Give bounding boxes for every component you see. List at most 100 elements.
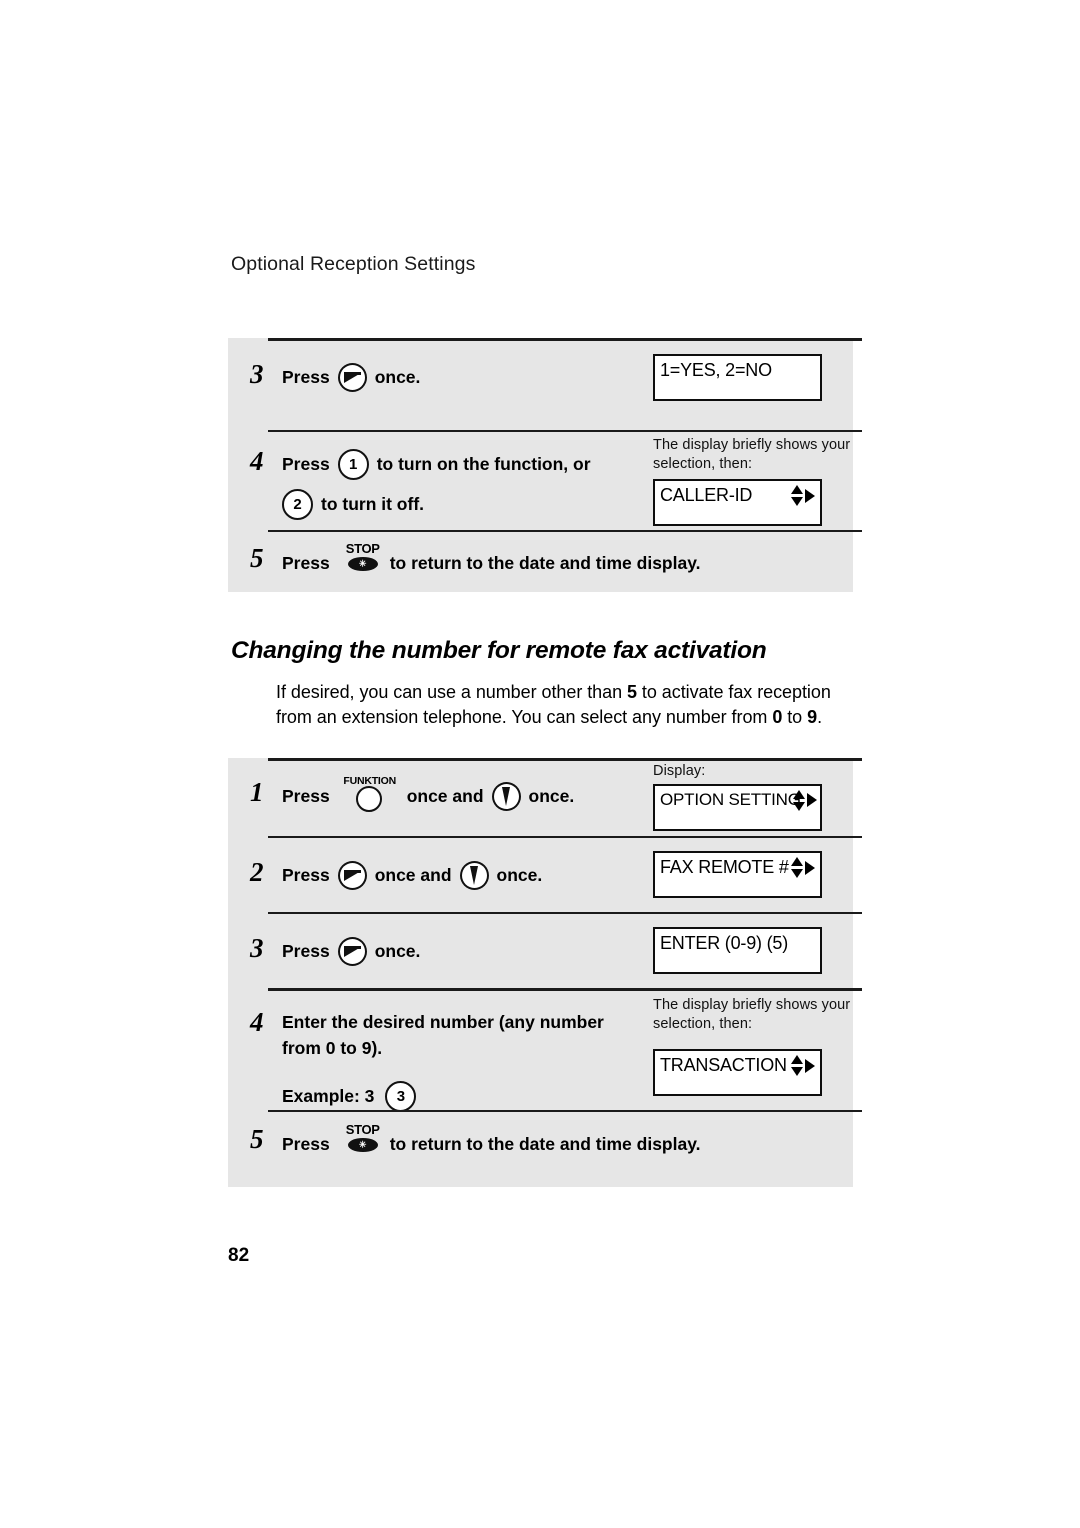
display-column: The display briefly shows your selection…	[653, 436, 853, 527]
paragraph-bold-5: 5	[627, 682, 637, 702]
display-column: FAX REMOTE #	[653, 851, 853, 898]
step-number: 1	[250, 777, 264, 807]
step-instruction-line2: from 0 to 9).	[282, 1038, 383, 1059]
step-row: 2 Press once and once. FAX REMOTE #	[228, 836, 862, 912]
display-column: Display: OPTION SETTING	[653, 762, 853, 831]
step-number: 3	[250, 359, 264, 389]
step-text: Press STOP to return to the date and tim…	[282, 542, 701, 576]
display-note: The display briefly shows your selection…	[653, 997, 851, 1032]
manual-page: Optional Reception Settings 3 Press once…	[0, 0, 1080, 1528]
step-example-label: Example: 3	[282, 1085, 375, 1106]
step-instruction-post: once.	[374, 366, 421, 387]
up-down-arrow-icon	[791, 857, 804, 878]
step-instruction-line1: Enter the desired number (any number	[282, 1012, 604, 1033]
numeric-key-3[interactable]: 3	[385, 1081, 417, 1112]
lcd-display: FAX REMOTE #	[653, 851, 822, 898]
stop-key-icon[interactable]: STOP	[341, 542, 385, 576]
step-number: 4	[250, 1007, 264, 1037]
step-instruction-mid: once and	[406, 786, 484, 807]
step-divider	[268, 430, 862, 432]
step-instruction-post: to return to the date and time display.	[389, 553, 701, 574]
display-column: 1=YES, 2=NO	[653, 354, 853, 401]
lcd-arrow-indicators	[791, 485, 815, 507]
lcd-display: 1=YES, 2=NO	[653, 354, 822, 401]
section-paragraph: If desired, you can use a number other t…	[276, 680, 856, 730]
step-instruction-post: to return to the date and time display.	[389, 1134, 701, 1155]
right-arrow-icon	[805, 488, 815, 503]
step-instruction-pre: Press	[282, 453, 330, 474]
lcd-text: 1=YES, 2=NO	[660, 360, 772, 380]
start-key-icon[interactable]	[337, 861, 367, 890]
step-text: Press 1 to turn on the function, or 2 to…	[282, 449, 591, 520]
step-divider	[268, 338, 862, 341]
step-instruction-pre: Press	[282, 366, 330, 387]
step-row: 3 Press once. ENTER (0-9) (5)	[228, 912, 862, 988]
step-divider	[268, 530, 862, 532]
lcd-display: ENTER (0-9) (5)	[653, 927, 822, 974]
step-instruction-pre: Press	[282, 786, 330, 807]
numeric-key-1[interactable]: 1	[337, 449, 369, 480]
paragraph-bold-9: 9	[807, 707, 818, 727]
step-text: Press once.	[282, 937, 420, 966]
lcd-arrow-indicators	[793, 789, 817, 811]
display-column: ENTER (0-9) (5)	[653, 927, 853, 974]
running-header: Optional Reception Settings	[231, 253, 476, 275]
step-instruction-post: once.	[496, 864, 543, 885]
display-note: The display briefly shows your selection…	[653, 437, 851, 472]
step-instruction-line1-wrap: Enter the desired number (any number	[282, 1010, 604, 1036]
step-number: 4	[250, 446, 264, 476]
stop-key-icon[interactable]: STOP	[341, 1123, 385, 1157]
step-row: 5 Press STOP to return to the date and t…	[228, 1110, 862, 1187]
display-column: The display briefly shows your selection…	[653, 996, 853, 1097]
paragraph-bold-0: 0	[772, 707, 783, 727]
step-instruction-mid: once and	[374, 864, 452, 885]
start-key-icon[interactable]	[337, 937, 367, 966]
numeric-key-2[interactable]: 2	[282, 489, 313, 520]
page-number: 82	[228, 1245, 250, 1266]
instruction-block-remote-fax: 1 Press FUNKTION once and once. Display:…	[228, 758, 862, 1187]
down-key-icon[interactable]	[491, 781, 521, 811]
right-arrow-icon	[805, 860, 815, 875]
step-row: 3 Press once. 1=YES, 2=NO	[228, 338, 862, 430]
right-arrow-icon	[805, 1058, 815, 1073]
step-row: 1 Press FUNKTION once and once. Display:…	[228, 758, 862, 836]
section-heading: Changing the number for remote fax activ…	[231, 637, 767, 664]
step-instruction-pre: Press	[282, 1134, 330, 1155]
step-instruction-line2: to turn it off.	[321, 493, 425, 514]
lcd-arrow-indicators	[791, 1055, 815, 1077]
paragraph-part-1: If desired, you can use a number other t…	[276, 682, 628, 702]
lcd-display: TRANSACTION	[653, 1049, 822, 1097]
start-key-icon[interactable]	[337, 363, 367, 392]
step-instruction-line2-wrap: from 0 to 9).	[282, 1036, 604, 1062]
step-text: Enter the desired number (any number fro…	[282, 1010, 604, 1112]
right-arrow-icon	[807, 793, 817, 808]
display-note: Display:	[653, 763, 706, 779]
step-text: Press FUNKTION once and once.	[282, 775, 575, 812]
lcd-text: OPTION SETTING	[660, 789, 801, 809]
step-instruction-post: once.	[528, 786, 575, 807]
step-divider	[268, 912, 862, 914]
step-number: 2	[250, 857, 264, 887]
step-divider	[268, 988, 862, 991]
instruction-block-reception: 3 Press once. 1=YES, 2=NO 4 Press 1 to t…	[228, 338, 862, 592]
step-row: 5 Press STOP to return to the date and t…	[228, 530, 862, 592]
lcd-display: OPTION SETTING	[653, 783, 822, 831]
step-instruction-pre: Press	[282, 940, 330, 961]
step-row: 4 Enter the desired number (any number f…	[228, 988, 862, 1112]
step-text: Press STOP to return to the date and tim…	[282, 1123, 701, 1157]
step-instruction-post: to turn on the function, or	[376, 453, 591, 474]
step-row: 4 Press 1 to turn on the function, or 2 …	[228, 430, 862, 530]
paragraph-part-3: to	[782, 707, 808, 727]
step-instruction-pre: Press	[282, 864, 330, 885]
step-text: Press once.	[282, 363, 420, 392]
step-instruction-pre: Press	[282, 553, 330, 574]
step-divider	[268, 1110, 862, 1112]
lcd-text: ENTER (0-9) (5)	[660, 933, 789, 953]
down-key-icon[interactable]	[459, 861, 489, 890]
paragraph-part-4: .	[817, 707, 823, 727]
step-text: Press once and once.	[282, 861, 542, 890]
funktion-key-icon[interactable]: FUNKTION	[338, 775, 402, 812]
step-instruction-post: once.	[374, 940, 421, 961]
step-number: 5	[250, 1124, 264, 1154]
step-number: 3	[250, 933, 264, 963]
